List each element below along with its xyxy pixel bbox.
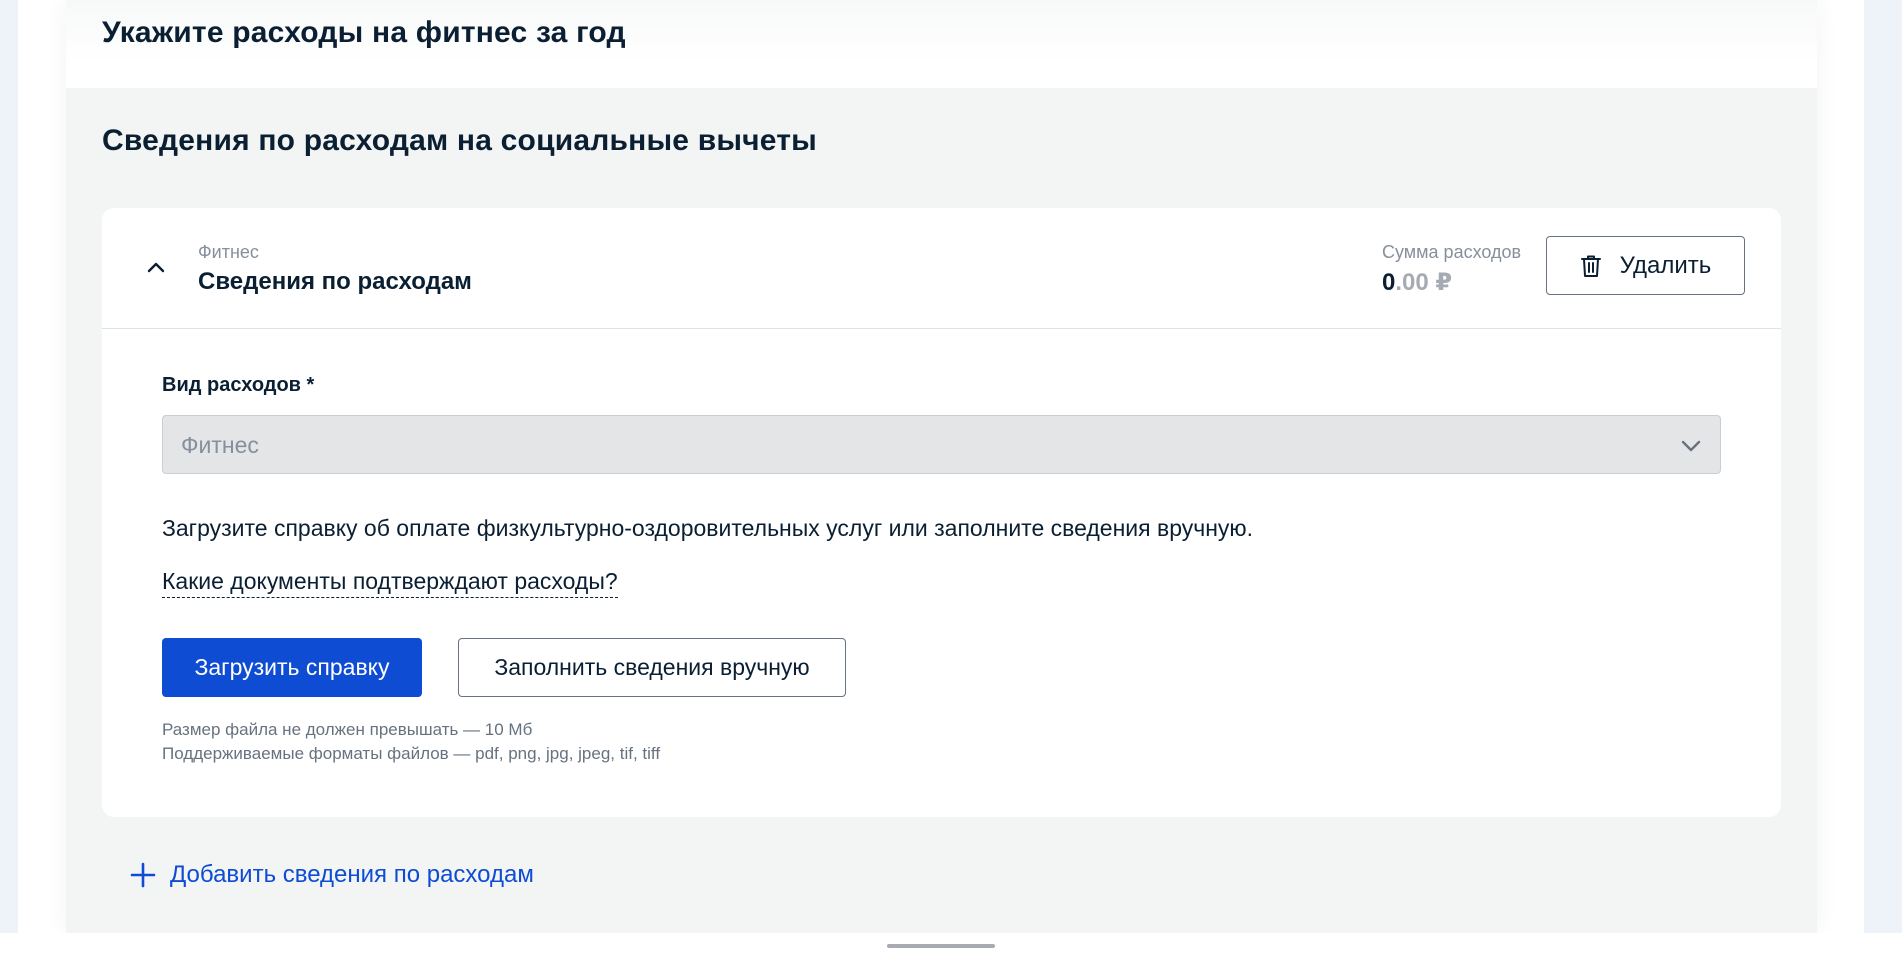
delete-button[interactable]: Удалить	[1546, 236, 1745, 295]
upload-instructions: Загрузите справку об оплате физкультурно…	[162, 515, 1254, 541]
collapse-button[interactable]	[142, 254, 170, 282]
section-title: Сведения по расходам на социальные вычет…	[102, 124, 817, 157]
chevron-up-icon	[147, 262, 165, 273]
sum-fraction: .00 ₽	[1395, 269, 1453, 296]
sum-integer: 0	[1382, 269, 1396, 296]
fill-manually-button[interactable]: Заполнить сведения вручную	[458, 638, 846, 697]
file-formats-hint: Поддерживаемые форматы файлов — pdf, png…	[162, 744, 661, 763]
sum-label: Сумма расходов	[1382, 242, 1522, 262]
expense-category-label: Фитнес	[198, 242, 259, 262]
expense-type-select[interactable]: Фитнес	[162, 415, 1721, 474]
add-expense-link[interactable]: Добавить сведения по расходам	[130, 861, 534, 889]
trash-icon	[1580, 255, 1601, 277]
expense-type-label: Вид расходов *	[162, 374, 315, 396]
expense-type-value: Фитнес	[181, 432, 259, 458]
page-title: Укажите расходы на фитнес за год	[102, 16, 626, 49]
top-section: Укажите расходы на фитнес за год	[66, 0, 1817, 88]
chevron-down-icon	[1681, 440, 1701, 452]
plus-icon	[130, 862, 156, 888]
expense-card: Фитнес Сведения по расходам Сумма расход…	[102, 208, 1781, 817]
file-size-hint: Размер файла не должен превышать — 10 Мб	[162, 720, 533, 739]
upload-certificate-button[interactable]: Загрузить справку	[162, 638, 422, 697]
page: Укажите расходы на фитнес за год Сведени…	[18, 0, 1864, 933]
delete-button-label: Удалить	[1619, 251, 1712, 279]
expense-card-title: Сведения по расходам	[198, 268, 472, 295]
add-expense-label: Добавить сведения по расходам	[170, 861, 534, 888]
main-card: Укажите расходы на фитнес за год Сведени…	[66, 0, 1817, 933]
expense-card-header: Фитнес Сведения по расходам Сумма расход…	[102, 208, 1781, 329]
scroll-handle[interactable]	[887, 944, 995, 948]
documents-info-link[interactable]: Какие документы подтверждают расходы?	[162, 568, 618, 598]
sum-value: 0.00 ₽	[1382, 268, 1452, 297]
